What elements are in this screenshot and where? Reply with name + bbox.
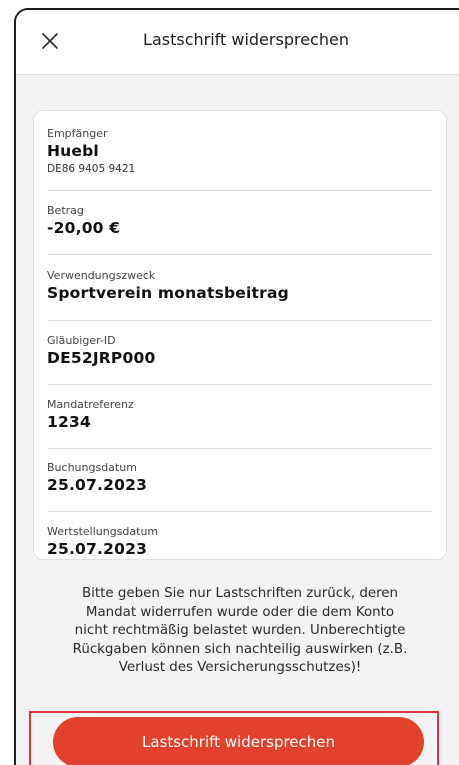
booking-date-label: Buchungsdatum [47, 461, 137, 474]
disclaimer-line: Bitte geben Sie nur Lastschriften zurück… [81, 586, 399, 601]
divider [47, 190, 433, 191]
app-screen: Lastschrift widersprechen Empfänger Hueb… [14, 8, 459, 765]
page-title: Lastschrift widersprechen [143, 30, 349, 49]
mandate-field: Mandatreferenz 1234 [47, 398, 433, 432]
submit-chargeback-button[interactable]: Lastschrift widersprechen [53, 717, 424, 765]
amount-label: Betrag [47, 204, 84, 217]
mandate-label: Mandatreferenz [47, 398, 134, 411]
recipient-iban: DE86 9405 9421 [47, 163, 136, 175]
purpose-field: Verwendungszweck Sportverein monatsbeitr… [47, 269, 433, 303]
amount-field: Betrag -20,00 € [47, 204, 433, 238]
value-date-field: Wertstellungsdatum 25.07.2023 [47, 525, 433, 559]
creditor-id-field: Gläubiger-ID DE52JRP000 [47, 334, 433, 368]
creditor-id-label: Gläubiger-ID [47, 334, 116, 347]
divider [47, 384, 433, 385]
recipient-name: Huebl [47, 142, 99, 160]
disclaimer-line: Mandat widerrufen wurde oder die dem Kon… [85, 604, 395, 620]
header-bar: Lastschrift widersprechen [16, 10, 459, 75]
disclaimer-line: Rückgaben können sich nachteilig auswirk… [72, 641, 408, 657]
booking-date-field: Buchungsdatum 25.07.2023 [47, 461, 433, 495]
value-date-label: Wertstellungsdatum [47, 525, 159, 538]
disclaimer-line: Verlust des Versicherungsschutzes)! [118, 660, 362, 676]
transaction-details-card: Empfänger Huebl DE86 9405 9421 Betrag -2… [33, 110, 447, 560]
purpose-value: Sportverein monatsbeitrag [47, 284, 289, 302]
divider [47, 320, 433, 321]
disclaimer-text: Bitte geben Sie nur Lastschriften zurück… [28, 585, 452, 678]
recipient-field: Empfänger Huebl DE86 9405 9421 [47, 127, 433, 177]
value-date-value: 25.07.2023 [47, 540, 148, 558]
booking-date-value: 25.07.2023 [47, 476, 148, 494]
disclaimer-line: nicht rechtmäßig belastet wurden. Unbere… [74, 623, 406, 639]
divider [47, 448, 433, 449]
purpose-label: Verwendungszweck [47, 269, 156, 282]
amount-value: -20,00 € [47, 219, 121, 237]
recipient-label: Empfänger [47, 127, 108, 140]
divider [47, 254, 433, 255]
creditor-id-value: DE52JRP000 [47, 349, 156, 367]
divider [47, 511, 433, 512]
mandate-value: 1234 [47, 413, 91, 431]
